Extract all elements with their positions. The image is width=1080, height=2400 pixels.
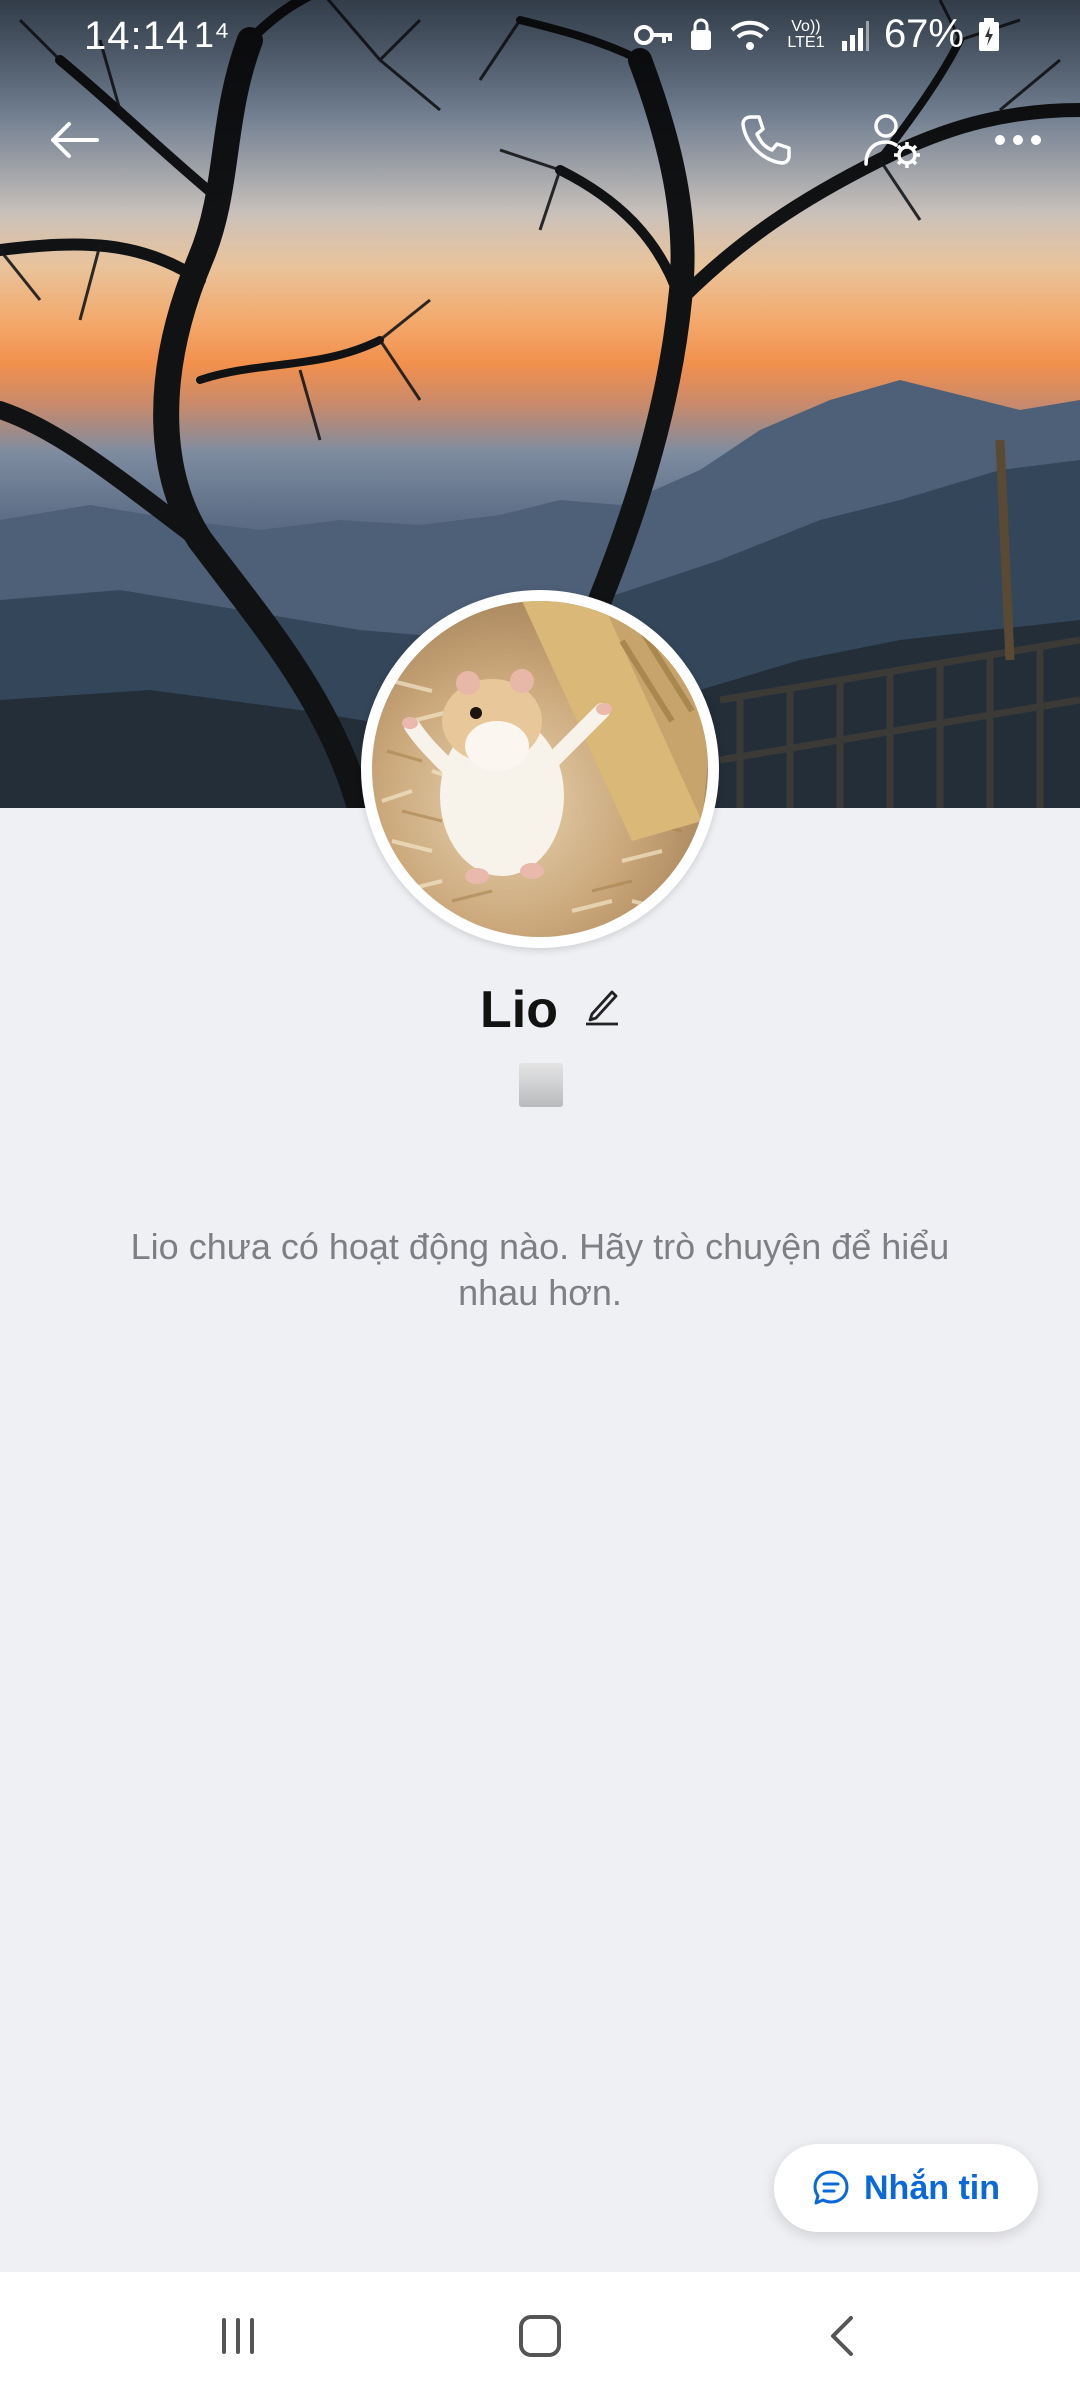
battery-percent: 67% xyxy=(883,12,964,56)
profile-avatar[interactable] xyxy=(361,590,719,948)
profile-name-row: Lio xyxy=(0,980,1080,1040)
battery-icon xyxy=(979,17,999,51)
status-misc: 1⁴ xyxy=(194,14,230,55)
pencil-icon xyxy=(585,990,618,1026)
wifi-icon xyxy=(730,20,770,50)
more-icon xyxy=(995,135,1041,145)
back-icon xyxy=(831,2316,853,2356)
status-icons: Vo)) LTE1 67% xyxy=(633,12,1000,57)
signal-icon xyxy=(841,20,869,51)
user-settings-icon xyxy=(864,114,920,168)
key-icon xyxy=(633,24,672,45)
edit-name-button[interactable] xyxy=(580,984,624,1036)
secure-icon xyxy=(690,18,711,50)
network-label: Vo)) LTE1 xyxy=(787,17,825,51)
back-button[interactable] xyxy=(34,100,114,180)
phone-icon xyxy=(741,115,791,165)
system-nav-bar xyxy=(0,2272,1080,2400)
back-arrow-icon xyxy=(51,122,99,158)
recent-apps-button[interactable] xyxy=(188,2298,288,2374)
home-icon xyxy=(519,2315,561,2357)
avatar-photo xyxy=(372,601,708,937)
profile-name: Lio xyxy=(480,981,558,1039)
more-button[interactable] xyxy=(978,100,1058,180)
message-button[interactable]: Nhắn tin xyxy=(774,2144,1038,2232)
chat-bubble-icon xyxy=(813,2170,849,2205)
home-button[interactable] xyxy=(490,2298,590,2374)
message-button-label: Nhắn tin xyxy=(864,2168,1000,2207)
hamster-image xyxy=(381,601,708,913)
status-time: 14:14 xyxy=(84,14,190,58)
recent-apps-icon xyxy=(222,2318,254,2354)
status-thumbnail[interactable] xyxy=(519,1063,563,1107)
user-settings-button[interactable] xyxy=(852,100,932,180)
status-bar: 14:14 1⁴ Vo)) LTE1 67% xyxy=(0,0,1080,78)
system-back-button[interactable] xyxy=(792,2298,892,2374)
empty-activity-message: Lio chưa có hoạt động nào. Hãy trò chuyệ… xyxy=(130,1226,950,1313)
call-button[interactable] xyxy=(726,100,806,180)
